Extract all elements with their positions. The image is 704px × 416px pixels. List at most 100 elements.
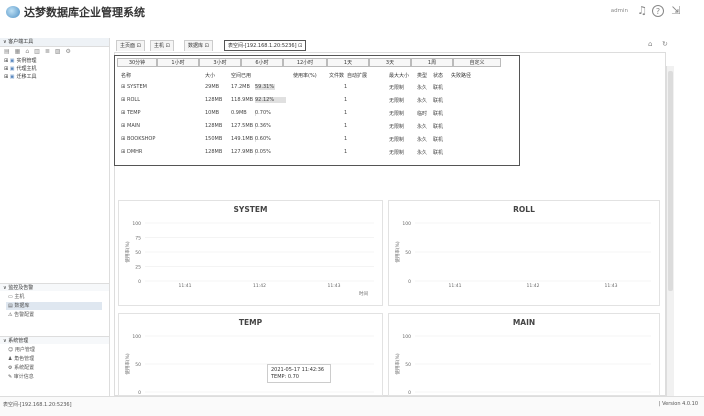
row-used: 127.9MB — [231, 149, 254, 155]
range-1w[interactable]: 1周 — [411, 58, 453, 67]
table-row[interactable]: ⊞ ROLL 128MB 118.9MB 92.12% 1 无限制 永久 联机 — [121, 95, 517, 107]
row-pct: 0.70% — [255, 110, 271, 116]
chart-icon[interactable]: ▥ — [34, 48, 45, 55]
help-icon[interactable]: ? — [652, 5, 664, 17]
row-size: 128MB — [205, 123, 223, 129]
col-files[interactable]: 文件数 — [329, 72, 344, 79]
range-6h[interactable]: 6小时 — [241, 58, 283, 67]
home-icon[interactable]: ⌂ — [25, 48, 34, 55]
expand-icon[interactable]: ⊞ — [121, 110, 125, 116]
row-name: ROLL — [127, 97, 140, 103]
chart-system-svg: 100 75 50 25 0 使用率(%) 11:41 11:42 11:43 时间 — [124, 221, 374, 297]
chart-tooltip: 2021-05-17 11:42:36 TEMP: 0.70 — [267, 364, 331, 383]
x-tick-label: 11:41 — [179, 283, 192, 289]
col-pct[interactable]: 使用率(%) — [293, 72, 317, 79]
expand-icon[interactable]: ⊞ — [121, 84, 125, 90]
tree-item-instance[interactable]: ⊞ ▣ 实例管理 — [0, 57, 109, 65]
row-type: 永久 — [417, 124, 428, 130]
list-icon[interactable]: ≣ — [45, 48, 55, 55]
table-row[interactable]: ⊞ SYSTEM 29MB 17.2MB 59.31% 1 无限制 永久 联机 — [121, 82, 517, 94]
left-toolbar: ▤▦⌂▥≣▨⚙ — [0, 47, 109, 57]
user-name[interactable]: admin — [611, 8, 628, 14]
row-files: 1 — [344, 84, 348, 90]
expand-icon[interactable]: ⊞ — [121, 97, 125, 103]
nav-item-system-config[interactable]: ⚙ 系统配置 — [6, 364, 102, 372]
expand-icon[interactable]: ⊞ — [4, 74, 10, 80]
y-tick-label: 100 — [132, 221, 141, 227]
monitor-section-header[interactable]: ∨ 监控及告警 — [0, 283, 109, 291]
gear-icon[interactable]: ⚙ — [66, 48, 76, 55]
nav-item-alert-config[interactable]: ⚠ 告警配置 — [6, 311, 102, 319]
col-name[interactable]: 名称 — [121, 72, 131, 79]
x-tick-label: 11:43 — [328, 283, 341, 289]
col-autoextend[interactable]: 自动扩展 — [347, 72, 367, 79]
nav-item-users[interactable]: ☺ 用户管理 — [6, 346, 102, 354]
tab-tablespace[interactable]: 表空间-[192.168.1.20:5236] ⊡ — [224, 40, 307, 51]
expand-icon[interactable]: ⊞ — [4, 58, 10, 64]
tablespace-popup: 30分钟 1小时 3小时 6小时 12小时 1天 3天 1周 自定义 名称 大小… — [114, 55, 520, 166]
table-row[interactable]: ⊞ BOOKSHOP 150MB 149.1MB 0.60% 1 无限制 永久 联机 — [121, 134, 517, 146]
col-maxsize[interactable]: 最大大小 — [389, 72, 409, 79]
range-30min[interactable]: 30分钟 — [117, 58, 157, 67]
row-state: 联机 — [433, 98, 444, 104]
range-custom[interactable]: 自定义 — [453, 58, 501, 67]
row-max: 无限制 — [389, 98, 405, 104]
tab-home[interactable]: 主页面 ⊡ — [116, 40, 145, 51]
row-size: 10MB — [205, 110, 220, 116]
range-1d[interactable]: 1天 — [327, 58, 369, 67]
user-icon: ☺ — [8, 347, 15, 353]
client-tools-header[interactable]: ∨ 客户端工具 — [0, 38, 109, 47]
col-failpath[interactable]: 失败路径 — [451, 72, 471, 79]
expand-icon[interactable]: ⊞ — [4, 66, 10, 72]
refresh-icon[interactable]: ▤ — [4, 48, 15, 55]
range-3h[interactable]: 3小时 — [199, 58, 241, 67]
nav-item-audit[interactable]: ✎ 审计信息 — [6, 373, 102, 381]
col-used[interactable]: 空间已用 — [231, 72, 251, 79]
col-type[interactable]: 类型 — [417, 72, 427, 79]
expand-icon[interactable]: ⊞ — [121, 123, 125, 129]
range-12h[interactable]: 12小时 — [283, 58, 327, 67]
row-size: 128MB — [205, 149, 223, 155]
y-tick-label: 0 — [138, 279, 141, 285]
scrollbar-thumb[interactable] — [668, 71, 673, 291]
row-name: SYSTEM — [127, 84, 147, 90]
y-tick-label: 100 — [132, 334, 141, 340]
nav-item-roles[interactable]: ♟ 角色管理 — [6, 355, 102, 363]
vertical-scrollbar[interactable] — [666, 66, 674, 396]
row-name: TEMP — [127, 110, 141, 116]
table-row[interactable]: ⊞ TEMP 10MB 0.9MB 0.70% 1 无限制 临时 联机 — [121, 108, 517, 120]
title-bar: 达梦数据库企业管理系统 admin ♫ ? ⇲ — [0, 0, 704, 24]
pin-icon[interactable]: ⌂ — [648, 40, 652, 48]
expand-icon[interactable]: ⊞ — [121, 136, 125, 142]
y-axis-label: 使用率(%) — [394, 353, 401, 375]
row-type: 临时 — [417, 111, 428, 117]
tab-database[interactable]: 数据库 ⊡ — [184, 40, 213, 51]
range-3d[interactable]: 3天 — [369, 58, 411, 67]
expand-icon[interactable]: ⊞ — [121, 149, 125, 155]
table-row[interactable]: ⊞ DMHR 128MB 127.9MB 0.05% 1 无限制 永久 联机 — [121, 147, 517, 159]
nav-item-host[interactable]: ▭ 主机 — [6, 293, 102, 301]
nav-item-database[interactable]: ▤ 数据库 — [6, 302, 102, 310]
row-files: 1 — [344, 123, 348, 129]
status-text: 表空间-[192.168.1.20:5236] — [3, 402, 72, 408]
logout-icon[interactable]: ⇲ — [670, 4, 682, 18]
row-used: 0.9MB — [231, 110, 247, 116]
tooltip-time: 2021-05-17 11:42:36 — [271, 367, 325, 373]
range-1h[interactable]: 1小时 — [157, 58, 199, 67]
grid-icon[interactable]: ▦ — [15, 48, 26, 55]
col-size[interactable]: 大小 — [205, 72, 215, 79]
y-tick-label: 50 — [405, 362, 411, 368]
tooltip-value: TEMP: 0.70 — [271, 374, 299, 380]
tab-host[interactable]: 主机 ⊡ — [150, 40, 174, 51]
col-state[interactable]: 状态 — [433, 72, 443, 79]
tree-item-migrate[interactable]: ⊞ ▣ 迁移工具 — [0, 73, 109, 81]
bell-icon[interactable]: ♫ — [636, 4, 648, 18]
y-tick-label: 50 — [135, 250, 141, 256]
system-section-header[interactable]: ∨ 系统管理 — [0, 336, 109, 344]
refresh-icon[interactable]: ↻ — [662, 40, 668, 48]
tree-item-host[interactable]: ⊞ ▣ 代理主机 — [0, 65, 109, 73]
table-row[interactable]: ⊞ MAIN 128MB 127.5MB 0.36% 1 无限制 永久 联机 — [121, 121, 517, 133]
row-pct: 92.12% — [255, 97, 275, 103]
db-icon[interactable]: ▨ — [55, 48, 66, 55]
version-text: | Version 4.0.10 — [658, 401, 698, 407]
